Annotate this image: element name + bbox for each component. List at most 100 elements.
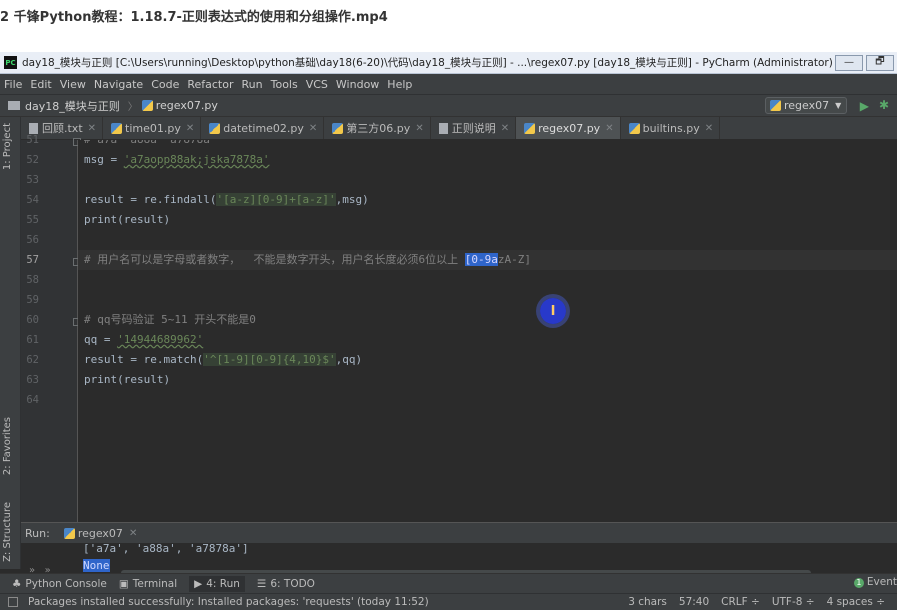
python-file-icon xyxy=(332,122,344,134)
tab-label: 4: Run xyxy=(206,577,240,590)
indent-setting[interactable]: 4 spaces ÷ xyxy=(827,596,885,608)
code-line-63: print(result) xyxy=(84,373,171,386)
code-text: result = re.findall( xyxy=(84,193,217,206)
breadcrumb-file[interactable]: regex07.py xyxy=(156,99,218,112)
python-console-icon: ♣ xyxy=(12,577,22,590)
python-file-icon xyxy=(770,100,781,111)
menu-tools[interactable]: Tools xyxy=(271,78,298,91)
terminal-icon: ▣ xyxy=(118,577,129,590)
tab-third-party06[interactable]: 第三方06.py ✕ xyxy=(324,117,431,139)
run-tab-regex07[interactable]: regex07 ✕ xyxy=(63,527,137,540)
run-tool-tab[interactable]: ▶ 4: Run xyxy=(189,575,245,592)
run-panel-header: Run: regex07 ✕ xyxy=(21,523,897,543)
line-number-gutter: 51 52 53 54 55 56 57 58 59 60 61 62 63 6… xyxy=(21,134,81,552)
project-tool-tab[interactable]: 1: Project xyxy=(2,123,13,170)
code-line-62: result = re.match('^[1-9][0-9]{4,10}$',q… xyxy=(84,350,362,370)
run-label: Run: xyxy=(25,526,50,540)
close-icon[interactable]: ✕ xyxy=(415,123,423,134)
caret-position[interactable]: 57:40 xyxy=(679,596,709,608)
python-file-icon xyxy=(209,122,221,134)
tab-builtins[interactable]: builtins.py ✕ xyxy=(621,117,721,139)
folder-icon xyxy=(8,101,20,110)
todo-icon: ☰ xyxy=(256,577,267,590)
code-line-57: # 用户名可以是字母或者数字， 不能是数字开头，用户名长度必须6位以上 [0-9… xyxy=(84,250,531,270)
event-log-button[interactable]: 1 Event xyxy=(853,576,897,588)
code-text: qq = xyxy=(84,333,118,346)
regex-literal: '[a-z][0-9]+[a-z]' xyxy=(216,193,336,206)
string-literal: 'a7aopp88ak;jska7878a' xyxy=(123,153,270,166)
run-config-label: regex07 xyxy=(784,99,830,112)
run-output-line: ['a7a', 'a88a', 'a7878a'] xyxy=(83,542,249,555)
menu-code[interactable]: Code xyxy=(151,78,179,91)
code-editor[interactable]: # a7a a88a a7878a msg = 'a7aopp88ak;jska… xyxy=(78,140,897,552)
menu-refactor[interactable]: Refactor xyxy=(187,78,233,91)
comment-text: # 用户名可以是字母或者数字， 不能是数字开头，用户名长度必须6位以上 xyxy=(84,253,465,266)
close-icon[interactable]: ✕ xyxy=(605,123,613,134)
line-number: 52 xyxy=(26,154,39,166)
tab-datetime02[interactable]: datetime02.py ✕ xyxy=(201,117,325,139)
close-icon[interactable]: ✕ xyxy=(186,123,194,134)
tab-label: Python Console xyxy=(25,577,107,590)
menu-file[interactable]: File xyxy=(4,78,22,91)
line-number: 56 xyxy=(26,234,39,246)
close-icon[interactable]: ✕ xyxy=(309,123,317,134)
regex-literal: '^[1-9][0-9]{4,10}$' xyxy=(203,353,336,366)
run-config-select[interactable]: regex07 ▼ xyxy=(765,97,847,114)
code-line-61: qq = '14944689962' xyxy=(84,330,203,350)
code-line-54: result = re.findall('[a-z][0-9]+[a-z]',m… xyxy=(84,190,369,210)
pycharm-window: PC day18_模块与正则 [C:\Users\running\Desktop… xyxy=(0,52,897,610)
tab-label: Terminal xyxy=(132,577,178,590)
navigation-bar: day18_模块与正则 〉 regex07.py regex07 ▼ ▶ ✱ xyxy=(0,95,897,117)
code-text: msg = xyxy=(84,153,124,166)
menu-navigate[interactable]: Navigate xyxy=(94,78,143,91)
code-text: result = re.match( xyxy=(84,353,204,366)
code-text: ,qq) xyxy=(335,353,363,366)
minimize-button[interactable]: — xyxy=(835,54,863,71)
breadcrumb-project[interactable]: day18_模块与正则 xyxy=(25,98,120,114)
line-number: 59 xyxy=(26,294,39,306)
file-encoding[interactable]: UTF-8 ÷ xyxy=(772,596,815,608)
python-console-tab[interactable]: ♣ Python Console xyxy=(12,578,107,590)
tab-regex-notes[interactable]: 正则说明 ✕ xyxy=(431,117,517,139)
tab-regex07[interactable]: regex07.py ✕ xyxy=(516,117,621,139)
menu-edit[interactable]: Edit xyxy=(30,78,51,91)
menu-vcs[interactable]: VCS xyxy=(306,78,328,91)
line-separator[interactable]: CRLF ÷ xyxy=(721,596,760,608)
code-line-55: print(result) xyxy=(84,213,171,226)
run-button[interactable]: ▶ xyxy=(860,99,869,113)
status-message[interactable]: Packages installed successfully: Install… xyxy=(28,596,628,608)
close-icon[interactable]: ✕ xyxy=(705,123,713,134)
line-number: 60 xyxy=(26,314,39,326)
favorites-tool-tab[interactable]: 2: Favorites xyxy=(2,417,13,475)
line-number: 55 xyxy=(26,214,39,226)
tab-label: builtins.py xyxy=(642,121,700,135)
tab-label: 回顾.txt xyxy=(42,122,83,135)
menu-bar: File Edit View Navigate Code Refactor Ru… xyxy=(0,74,897,95)
terminal-tab[interactable]: ▣ Terminal xyxy=(119,578,177,590)
line-number: 53 xyxy=(26,174,39,186)
window-titlebar: PC day18_模块与正则 [C:\Users\running\Desktop… xyxy=(0,52,897,74)
menu-run[interactable]: Run xyxy=(242,78,263,91)
menu-view[interactable]: View xyxy=(60,78,86,91)
restore-button[interactable]: 🗗 xyxy=(866,54,894,71)
close-icon[interactable]: ✕ xyxy=(129,528,137,539)
bottom-tool-bar: ♣ Python Console ▣ Terminal ▶ 4: Run ☰ 6: TO… xyxy=(0,573,897,593)
status-toggle-icon[interactable] xyxy=(8,597,18,607)
structure-tool-tab[interactable]: Z: Structure xyxy=(2,502,13,562)
line-number: 51 xyxy=(26,134,39,146)
python-file-icon xyxy=(111,122,123,134)
breadcrumb-separator: 〉 xyxy=(127,102,138,113)
debug-button[interactable]: ✱ xyxy=(879,98,889,112)
line-number: 64 xyxy=(26,394,39,406)
todo-tab[interactable]: ☰ 6: TODO xyxy=(257,578,315,590)
code-line-51: # a7a a88a a7878a xyxy=(84,140,210,150)
python-file-icon xyxy=(63,527,75,539)
tab-time01[interactable]: time01.py ✕ xyxy=(103,117,202,139)
menu-window[interactable]: Window xyxy=(336,78,379,91)
close-icon[interactable]: ✕ xyxy=(501,123,509,134)
event-label: Event xyxy=(866,576,897,588)
menu-help[interactable]: Help xyxy=(387,78,412,91)
video-title: 2 千锋Python教程：1.18.7-正则表达式的使用和分组操作.mp4 xyxy=(0,0,897,52)
close-icon[interactable]: ✕ xyxy=(88,123,96,134)
selected-text: a xyxy=(491,253,498,266)
